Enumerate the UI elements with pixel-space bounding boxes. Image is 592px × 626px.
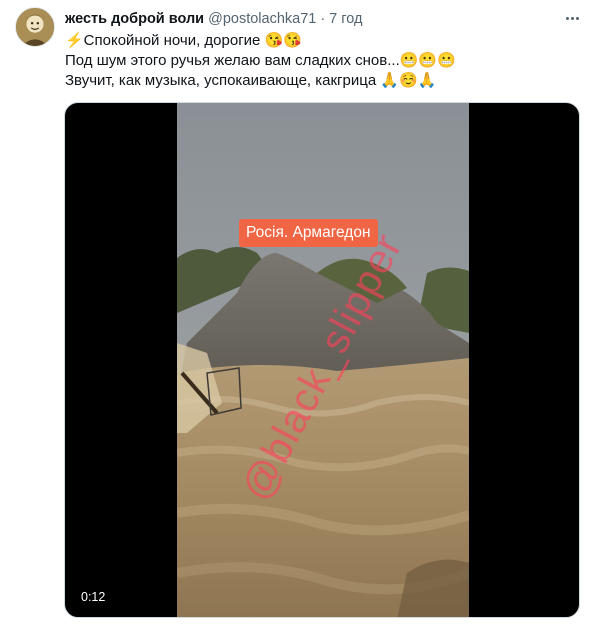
- watermark: @black_slipper: [232, 225, 412, 508]
- timestamp[interactable]: 7 год: [329, 11, 362, 27]
- video-caption: Росія. Армагедон: [239, 219, 378, 247]
- video-overlay: Росія. Армагедон @black_slipper: [177, 103, 469, 617]
- tweet-header: жесть доброй воли @postolachka71 · 7 год: [65, 9, 362, 29]
- tweet-text-line: ⚡Спокойной ночи, дорогие 😘😘: [65, 32, 302, 49]
- more-horizontal-icon-dot: [570, 16, 574, 20]
- more-horizontal-icon: [565, 16, 569, 20]
- tweet-text-line: Под шум этого ручья желаю вам сладких сн…: [65, 52, 456, 69]
- tweet: жесть доброй воли @postolachka71 · 7 год…: [0, 0, 592, 626]
- display-name[interactable]: жесть доброй воли: [65, 11, 204, 27]
- user-handle[interactable]: @postolachka71: [208, 11, 316, 27]
- tweet-text: ⚡Спокойной ночи, дорогие 😘😘 Под шум этог…: [65, 31, 580, 91]
- tweet-text-line: Звучит, как музыка, успокаивающе, какгри…: [65, 72, 437, 89]
- video-duration: 0:12: [77, 587, 110, 607]
- more-horizontal-icon-dot: [575, 16, 579, 20]
- video-player[interactable]: Росія. Армагедон @black_slipper 0:12: [64, 102, 580, 618]
- avatar[interactable]: [15, 7, 55, 47]
- separator: ·: [320, 11, 326, 27]
- more-options-button[interactable]: [559, 8, 585, 28]
